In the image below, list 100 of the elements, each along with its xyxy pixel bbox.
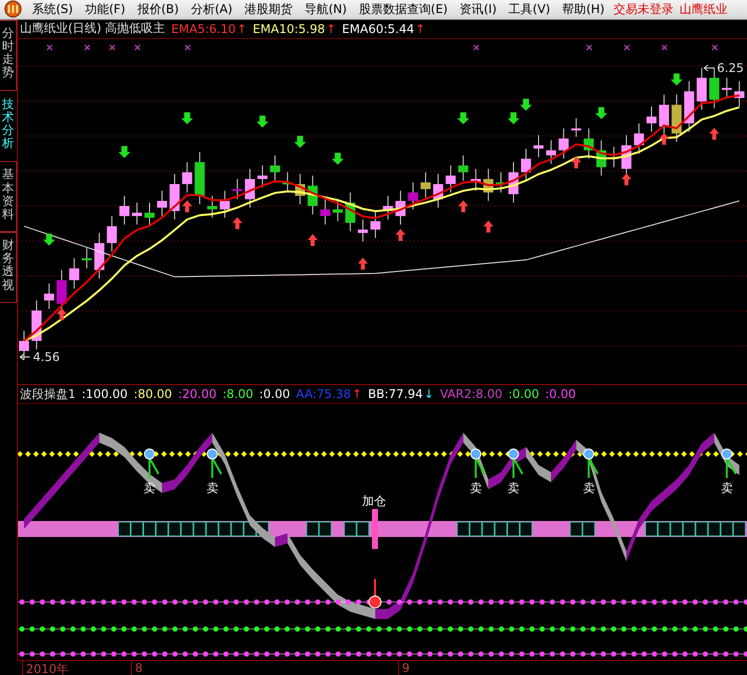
candlestick xyxy=(132,202,142,225)
indicator-value: :80.00 xyxy=(134,387,172,402)
candlestick xyxy=(82,247,92,269)
up-arrow-icon xyxy=(56,308,67,320)
up-arrow-icon xyxy=(659,132,670,145)
candlestick xyxy=(358,218,368,242)
candlestick xyxy=(244,168,255,208)
down-arrow-icon xyxy=(256,115,268,128)
candlestick xyxy=(470,168,481,192)
trend-arrow: ↓ xyxy=(424,387,434,402)
up-arrow-icon xyxy=(182,200,192,212)
indicator-value: :0.00 xyxy=(508,387,540,402)
menu-item[interactable]: 报价(B) xyxy=(131,0,185,18)
menu-item[interactable]: 导航(N) xyxy=(298,0,353,18)
trend-arrow: ↑ xyxy=(326,22,336,36)
sell-signal-label: 卖 xyxy=(144,481,156,496)
indicator-value: :100.00 xyxy=(82,387,128,402)
sell-signal-label: 卖 xyxy=(582,481,595,496)
candlestick xyxy=(534,134,544,158)
add-position-label: 加仓 xyxy=(362,494,386,508)
app-logo-icon[interactable] xyxy=(4,0,22,18)
menu-item[interactable]: 分析(A) xyxy=(184,0,238,18)
candlestick xyxy=(106,215,117,252)
sell-signal-label: 卖 xyxy=(507,481,520,496)
candlestick xyxy=(722,77,732,98)
down-arrow-icon xyxy=(595,106,608,119)
indicator-value: BB:77.94 xyxy=(368,387,423,402)
down-arrow-icon xyxy=(332,152,344,164)
menu-item[interactable]: 资讯(I) xyxy=(454,0,503,18)
candlestick xyxy=(207,195,218,218)
menu-item[interactable]: 工具(V) xyxy=(502,0,556,18)
sell-signal-label: 卖 xyxy=(720,481,733,496)
down-arrow-icon xyxy=(520,98,532,111)
candlestick xyxy=(408,182,418,210)
sell-signal-icon xyxy=(508,448,524,478)
up-arrow-icon xyxy=(458,200,468,212)
indicator-value: :0.00 xyxy=(545,387,576,402)
indicator-value: EMA60:5.44 xyxy=(342,22,414,36)
candlestick xyxy=(182,161,192,193)
cross-mark-icon xyxy=(184,44,191,50)
up-arrow-icon xyxy=(571,156,582,168)
side-tab[interactable]: 财务透视 xyxy=(0,232,17,303)
candlestick xyxy=(508,161,518,203)
down-arrow-icon xyxy=(181,112,194,124)
up-arrow-icon xyxy=(358,257,368,270)
menu-item[interactable]: 功能(F) xyxy=(78,0,132,18)
candlestick xyxy=(170,173,180,220)
candlestick xyxy=(571,118,582,138)
candlestick xyxy=(496,172,506,193)
candlestick xyxy=(220,190,230,218)
login-status: 交易未登录 xyxy=(612,0,675,18)
side-tab[interactable]: 基本资料 xyxy=(0,161,17,232)
candlestick xyxy=(420,172,431,198)
candlestick xyxy=(684,80,694,132)
side-tab[interactable]: 技术分析 xyxy=(0,90,17,162)
add-position-marker xyxy=(372,509,378,550)
candlestick xyxy=(734,80,744,107)
side-tab[interactable]: 分时走势 xyxy=(0,20,17,91)
high-price-label: 6.25 xyxy=(717,60,744,75)
candlestick xyxy=(646,106,656,132)
menu-item[interactable]: 帮助(H) xyxy=(556,0,611,18)
candlestick xyxy=(282,172,293,193)
cross-mark-icon xyxy=(624,44,630,50)
candlestick xyxy=(119,195,130,225)
candlestick xyxy=(659,94,670,136)
indicator-value: EMA10:5.98 xyxy=(252,22,325,36)
sell-signal-icon xyxy=(721,448,737,478)
cross-mark-icon xyxy=(134,44,141,50)
candlestick xyxy=(19,330,29,360)
stock-name: 山鹰纸业 xyxy=(678,0,729,18)
date-axis-label: 9 xyxy=(398,660,410,675)
candlestick xyxy=(433,173,444,208)
indicator-value: VAR2:8.00 xyxy=(440,387,502,402)
candlestick xyxy=(69,258,80,289)
cross-mark-icon xyxy=(473,44,480,50)
menu-item[interactable]: 系统(S) xyxy=(26,0,79,18)
up-arrow-icon xyxy=(308,234,318,246)
sell-signal-icon xyxy=(206,448,222,478)
menu-item[interactable]: 股票数据查询(E) xyxy=(352,0,454,18)
candlestick xyxy=(596,139,606,176)
cross-mark-icon xyxy=(46,44,53,50)
down-arrow-icon xyxy=(118,146,130,158)
down-arrow-icon xyxy=(507,112,520,124)
trend-arrow: ↑ xyxy=(236,22,247,36)
candlestick xyxy=(194,151,205,205)
candlestick xyxy=(94,232,104,279)
candlestick xyxy=(32,300,42,350)
candlestick xyxy=(157,190,168,216)
sell-signal-icon xyxy=(470,448,486,478)
candlestick xyxy=(634,122,644,154)
candlestick xyxy=(144,202,154,226)
menu-item[interactable]: 港股期货 xyxy=(238,0,298,18)
up-arrow-icon xyxy=(709,128,720,140)
trend-arrow: ↑ xyxy=(415,22,426,36)
down-arrow-icon xyxy=(43,233,56,246)
candlestick xyxy=(332,198,343,222)
candlestick xyxy=(446,164,456,193)
indicator-value: :20.00 xyxy=(178,387,216,402)
chart-title: 山鹰纸业(日线) 高抛低吸主 xyxy=(20,20,166,38)
trend-arrow: ↑ xyxy=(352,387,362,402)
